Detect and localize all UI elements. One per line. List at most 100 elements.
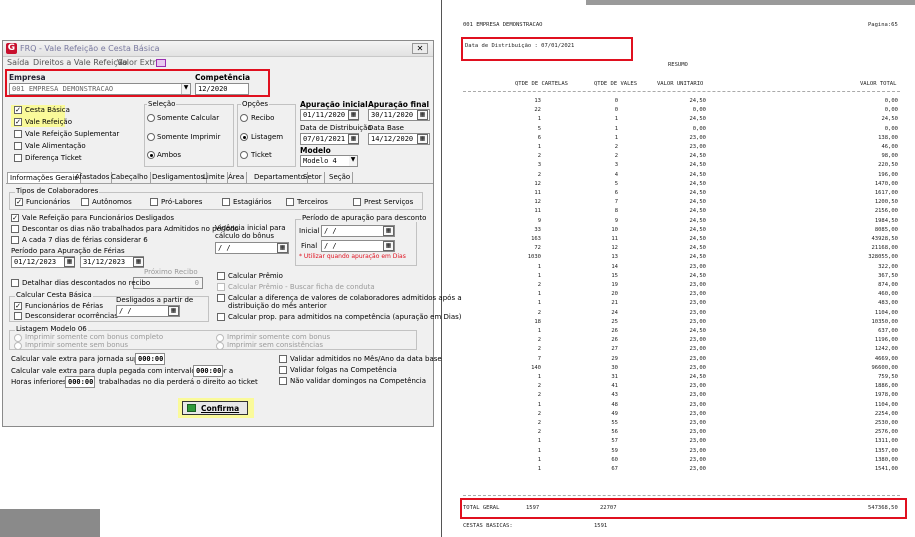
ticket-radio[interactable] bbox=[240, 151, 248, 159]
diferenca-ticket-checkbox[interactable] bbox=[14, 154, 22, 162]
report-cell: 57 bbox=[611, 438, 618, 445]
report-cell: 0 bbox=[614, 98, 618, 104]
tab-cabecalho[interactable]: Cabeçalho bbox=[109, 172, 151, 183]
calendar-icon[interactable]: ▦ bbox=[348, 110, 359, 120]
divider-line bbox=[441, 0, 442, 537]
report-cell: 23,00 bbox=[689, 438, 706, 445]
menu-saida[interactable]: Saída bbox=[7, 58, 29, 67]
report-cell: 24,50 bbox=[689, 199, 706, 206]
report-cell: 72 bbox=[534, 245, 541, 252]
autonomos-checkbox[interactable] bbox=[81, 198, 89, 206]
com-bonus-label: Imprimir somente com bonus bbox=[227, 333, 331, 341]
validar-folgas-checkbox[interactable] bbox=[279, 366, 287, 374]
terceiros-checkbox[interactable] bbox=[286, 198, 294, 206]
report-cell: 0,00 bbox=[884, 125, 898, 132]
calcular-prop-checkbox[interactable] bbox=[217, 313, 225, 321]
ticket-label: Ticket bbox=[251, 151, 272, 159]
jornada-input[interactable]: 000:00 bbox=[135, 353, 165, 365]
calendar-icon[interactable]: ▦ bbox=[277, 243, 288, 253]
menu-valor-extra[interactable]: Valor Extra bbox=[117, 58, 161, 67]
report-cell: 1242,00 bbox=[874, 346, 898, 353]
calendar-icon[interactable]: ▦ bbox=[133, 257, 144, 267]
tab-area[interactable]: Área bbox=[226, 172, 248, 183]
periodo-desconto-title: Período de apuração para desconto bbox=[301, 214, 428, 222]
desligados-checkbox[interactable]: ✓ bbox=[11, 214, 19, 222]
detalhar-checkbox[interactable] bbox=[11, 279, 19, 287]
estagiarios-checkbox[interactable] bbox=[222, 198, 230, 206]
validar-folgas-label: Validar folgas na Competência bbox=[290, 366, 397, 374]
selecao-title: Seleção bbox=[147, 100, 177, 108]
listagem-radio[interactable] bbox=[240, 133, 248, 141]
ferias-7-checkbox[interactable] bbox=[11, 236, 19, 244]
tab-setor[interactable]: Setor bbox=[301, 172, 325, 183]
report-cell: 24,50 bbox=[689, 245, 706, 252]
cesta-basica-checkbox[interactable]: ✓ bbox=[14, 106, 22, 114]
window-title: FRQ - Vale Refeição e Cesta Básica bbox=[20, 44, 160, 53]
terceiros-label: Terceiros bbox=[297, 198, 328, 206]
tab-afastados[interactable]: Afastados bbox=[73, 172, 113, 183]
buscar-ficha-label: Calcular Prêmio - Buscar ficha de condut… bbox=[228, 283, 375, 291]
report-cell: 1 bbox=[537, 466, 541, 472]
close-button[interactable]: ✕ bbox=[412, 43, 428, 54]
horas-input[interactable]: 000:00 bbox=[65, 376, 95, 388]
confirm-button[interactable]: Confirma bbox=[182, 401, 248, 415]
chevron-down-icon[interactable]: ▼ bbox=[349, 156, 357, 166]
report-cell: 196,00 bbox=[878, 171, 898, 178]
report-cell: 12 bbox=[534, 199, 541, 206]
calcular-premio-checkbox[interactable] bbox=[217, 272, 225, 280]
calendar-icon[interactable]: ▦ bbox=[64, 257, 75, 267]
descontar-checkbox[interactable] bbox=[11, 225, 19, 233]
somente-calcular-radio[interactable] bbox=[147, 114, 155, 122]
pro-labores-checkbox[interactable] bbox=[150, 198, 158, 206]
buscar-ficha-checkbox[interactable] bbox=[217, 283, 225, 291]
bonus-completo-radio[interactable] bbox=[14, 334, 22, 342]
nao-validar-domingos-checkbox[interactable] bbox=[279, 377, 287, 385]
tab-informacoes-gerais[interactable]: Informações Gerais bbox=[7, 172, 81, 183]
report-cell: 9 bbox=[614, 217, 618, 224]
funcionarios-checkbox[interactable]: ✓ bbox=[15, 198, 23, 206]
report-cell: 12 bbox=[611, 245, 618, 252]
calendar-icon[interactable]: ▦ bbox=[168, 306, 179, 316]
menu-direitos[interactable]: Direitos a Vale Refeição bbox=[33, 58, 128, 67]
monitor-icon[interactable] bbox=[156, 59, 166, 67]
report-cell: 67 bbox=[611, 466, 618, 472]
report-cell: 24,50 bbox=[689, 116, 706, 123]
report-cell: 1470,00 bbox=[874, 180, 898, 187]
report-cell: 29 bbox=[611, 355, 618, 362]
calendar-icon[interactable]: ▦ bbox=[383, 241, 394, 251]
calendar-icon[interactable]: ▦ bbox=[417, 134, 428, 144]
tab-desligamentos[interactable]: Desligamentos bbox=[150, 172, 208, 183]
report-cell: 60 bbox=[611, 456, 618, 463]
sem-consistencias-radio[interactable] bbox=[216, 342, 224, 350]
desconsiderar-checkbox[interactable] bbox=[14, 312, 22, 320]
validar-admitidos-checkbox[interactable] bbox=[279, 355, 287, 363]
diferenca-valores-checkbox[interactable] bbox=[217, 294, 225, 302]
calendar-icon[interactable]: ▦ bbox=[383, 226, 394, 236]
cesta-basica-label: Cesta Básica bbox=[25, 106, 70, 114]
report-cell: 23,00 bbox=[689, 401, 706, 408]
sem-bonus-radio[interactable] bbox=[14, 342, 22, 350]
report-cell: 2 bbox=[537, 153, 541, 160]
calendar-icon[interactable]: ▦ bbox=[348, 134, 359, 144]
horas-suffix: trabalhadas no dia perderá o direito ao … bbox=[99, 378, 258, 386]
tipos-colaboradores-title: Tipos de Colaboradores bbox=[15, 187, 100, 195]
prest-servicos-checkbox[interactable] bbox=[353, 198, 361, 206]
red-highlight-total bbox=[460, 498, 907, 519]
tab-limite[interactable]: Limite bbox=[201, 172, 228, 183]
vale-alimentacao-checkbox[interactable] bbox=[14, 142, 22, 150]
ambos-radio[interactable] bbox=[147, 151, 155, 159]
vale-suplementar-checkbox[interactable] bbox=[14, 130, 22, 138]
vale-refeicao-checkbox[interactable]: ✓ bbox=[14, 118, 22, 126]
report-cell: 24,50 bbox=[881, 116, 898, 123]
calendar-icon[interactable]: ▦ bbox=[417, 110, 428, 120]
com-bonus-radio[interactable] bbox=[216, 334, 224, 342]
tab-departamento[interactable]: Departamento bbox=[252, 172, 308, 183]
funcionarios-ferias-checkbox[interactable]: ✓ bbox=[14, 302, 22, 310]
dupla-input[interactable]: 000:00 bbox=[193, 365, 223, 377]
report-cell: 1984,50 bbox=[874, 217, 898, 224]
report-cell: 10350,00 bbox=[871, 318, 899, 325]
recibo-radio[interactable] bbox=[240, 114, 248, 122]
report-cell: 24,50 bbox=[689, 98, 706, 104]
somente-imprimir-radio[interactable] bbox=[147, 133, 155, 141]
tab-secao[interactable]: Seção bbox=[327, 172, 354, 183]
